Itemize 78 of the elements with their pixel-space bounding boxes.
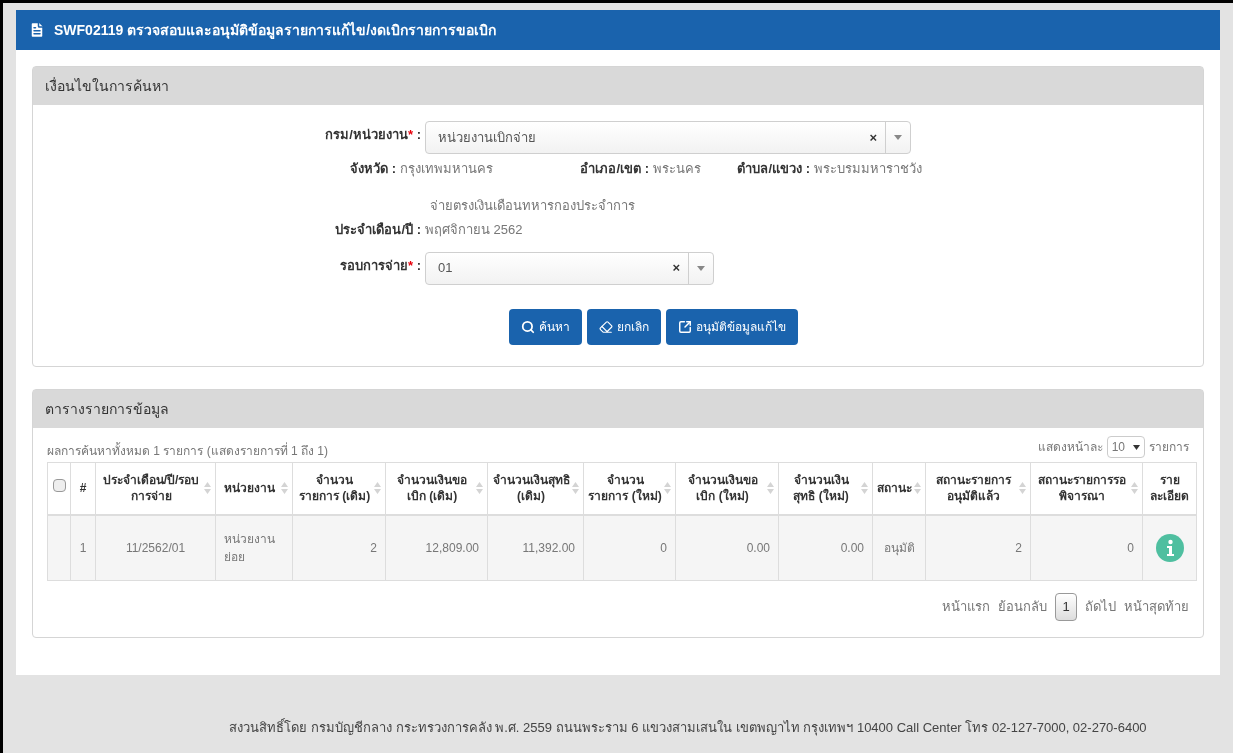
table-cell: 0.00 (778, 514, 873, 581)
sort-icon (204, 482, 211, 495)
select-field[interactable]: 01 × (425, 251, 714, 285)
column-header[interactable]: จำนวนเงินสุทธิ (เดิม) (487, 462, 584, 515)
sort-icon (281, 482, 288, 495)
table-cell: 0 (583, 514, 676, 581)
field-value: พฤศจิกายน 2562 (425, 221, 523, 239)
field-label: อำเภอ/เขต : (580, 160, 649, 178)
clear-button[interactable]: ยกเลิก (586, 308, 661, 345)
sort-icon (374, 482, 381, 495)
table-cell: อนุมัติ (872, 514, 926, 581)
card-title: เงื่อนไขในการค้นหา (45, 76, 169, 96)
column-header[interactable]: จำนวนเงินขอเบิก (เดิม) (385, 462, 488, 515)
sort-icon (861, 482, 868, 495)
select-field[interactable]: หน่วยงานเบิกจ่าย × (425, 121, 911, 154)
field-value: พระนคร (653, 160, 702, 178)
column-header[interactable]: จำนวนรายการ (ใหม่) (583, 462, 676, 515)
column-header: รายละเอียด (1142, 462, 1197, 515)
field-label: จังหวัด : (350, 160, 396, 178)
page-size-select[interactable]: 10 (1106, 436, 1145, 458)
page-button[interactable]: 1 (1055, 593, 1077, 621)
result-summary: ผลการค้นหาทั้งหมด 1 รายการ (แสดงรายการที่ 1 ถึง 1) (47, 442, 329, 460)
table-cell: หน่วยงานย่อย (215, 514, 293, 581)
table-cell: 11,392.00 (487, 514, 584, 581)
table-cell: 1 (70, 514, 96, 581)
eraser-icon (598, 319, 613, 334)
search-icon (520, 319, 535, 334)
column-header[interactable]: จำนวนรายการ (เดิม) (292, 462, 386, 515)
field-label: ตำบล/แขวง : (737, 160, 810, 178)
approve-button[interactable]: อนุมัติข้อมูลแก้ไข (665, 308, 798, 345)
table-cell: 2 (925, 514, 1031, 581)
next-page-link[interactable]: ถัดไป (1085, 597, 1116, 617)
table-cell: 12,809.00 (385, 514, 488, 581)
caret-icon (697, 265, 705, 271)
column-header: # (70, 462, 96, 515)
sort-icon (914, 482, 921, 495)
column-header[interactable]: จำนวนเงินขอเบิก (ใหม่) (675, 462, 779, 515)
select-all-checkbox[interactable] (52, 479, 66, 493)
unit-note: จ่ายตรงเงินเดือนทหารกองประจำการ (430, 197, 635, 213)
sort-icon (1131, 482, 1138, 495)
last-page-link[interactable]: หน้าสุดท้าย (1124, 597, 1189, 617)
table-cell: 2 (292, 514, 386, 581)
page-size-suffix: รายการ (1149, 439, 1189, 456)
window-title: SWF02119 ตรวจสอบและอนุมัติข้อมูลรายการแก้ไข/งดเบิกรายการขอเบิก (54, 20, 497, 41)
clear-icon[interactable]: × (861, 127, 885, 148)
field-value: กรุงเทพมหานคร (400, 160, 494, 179)
column-header[interactable]: หน่วยงาน (215, 462, 293, 515)
sort-icon (572, 482, 579, 495)
search-button[interactable]: ค้นหา (508, 308, 582, 345)
select-value: หน่วยงานเบิกจ่าย (437, 128, 537, 147)
column-header[interactable]: สถานะรายการรอพิจารณา (1030, 462, 1143, 515)
share-icon (677, 319, 692, 334)
table-cell: 0 (1030, 514, 1143, 581)
info-button[interactable] (1155, 533, 1184, 562)
column-header[interactable]: ประจำเดือน/ปี/รอบการจ่าย (95, 462, 216, 515)
table-cell: 0.00 (675, 514, 779, 581)
field-label: กรม/หน่วยงาน* : (325, 126, 421, 144)
select-value: 01 (437, 259, 454, 278)
sort-icon (1019, 482, 1026, 495)
first-page-link[interactable]: หน้าแรก (942, 597, 990, 617)
caret-icon (1133, 444, 1140, 450)
card-title: ตารางรายการข้อมูล (45, 399, 169, 420)
field-value: พระบรมมหาราชวัง (814, 160, 923, 178)
sort-icon (664, 482, 671, 495)
table-cell: 11/2562/01 (95, 514, 216, 581)
prev-page-link[interactable]: ย้อนกลับ (998, 597, 1047, 617)
page-size-label: แสดงหน้าละ (1037, 439, 1103, 456)
document-icon (28, 21, 46, 39)
field-label: รอบการจ่าย* : (339, 256, 421, 275)
footer-text: สงวนสิทธิ์โดย กรมบัญชีกลาง กระทรวงการคลัง พ.ศ. 2559 ถนนพระราม 6 แขวงสามเสนใน เขตพญาไท กรุงเทพฯ 10400 Call Center โทร 02-127-7000, 02-270-6400 (229, 717, 1147, 737)
clear-icon[interactable]: × (664, 258, 688, 278)
column-header[interactable]: สถานะรายการอนุมัติแล้ว (925, 462, 1031, 515)
sort-icon (767, 482, 774, 495)
column-header[interactable]: สถานะ (872, 462, 926, 515)
field-label: ประจำเดือน/ปี : (335, 221, 421, 239)
column-header[interactable]: จำนวนเงินสุทธิ (ใหม่) (778, 462, 873, 515)
caret-icon (894, 135, 902, 140)
sort-icon (476, 482, 483, 495)
